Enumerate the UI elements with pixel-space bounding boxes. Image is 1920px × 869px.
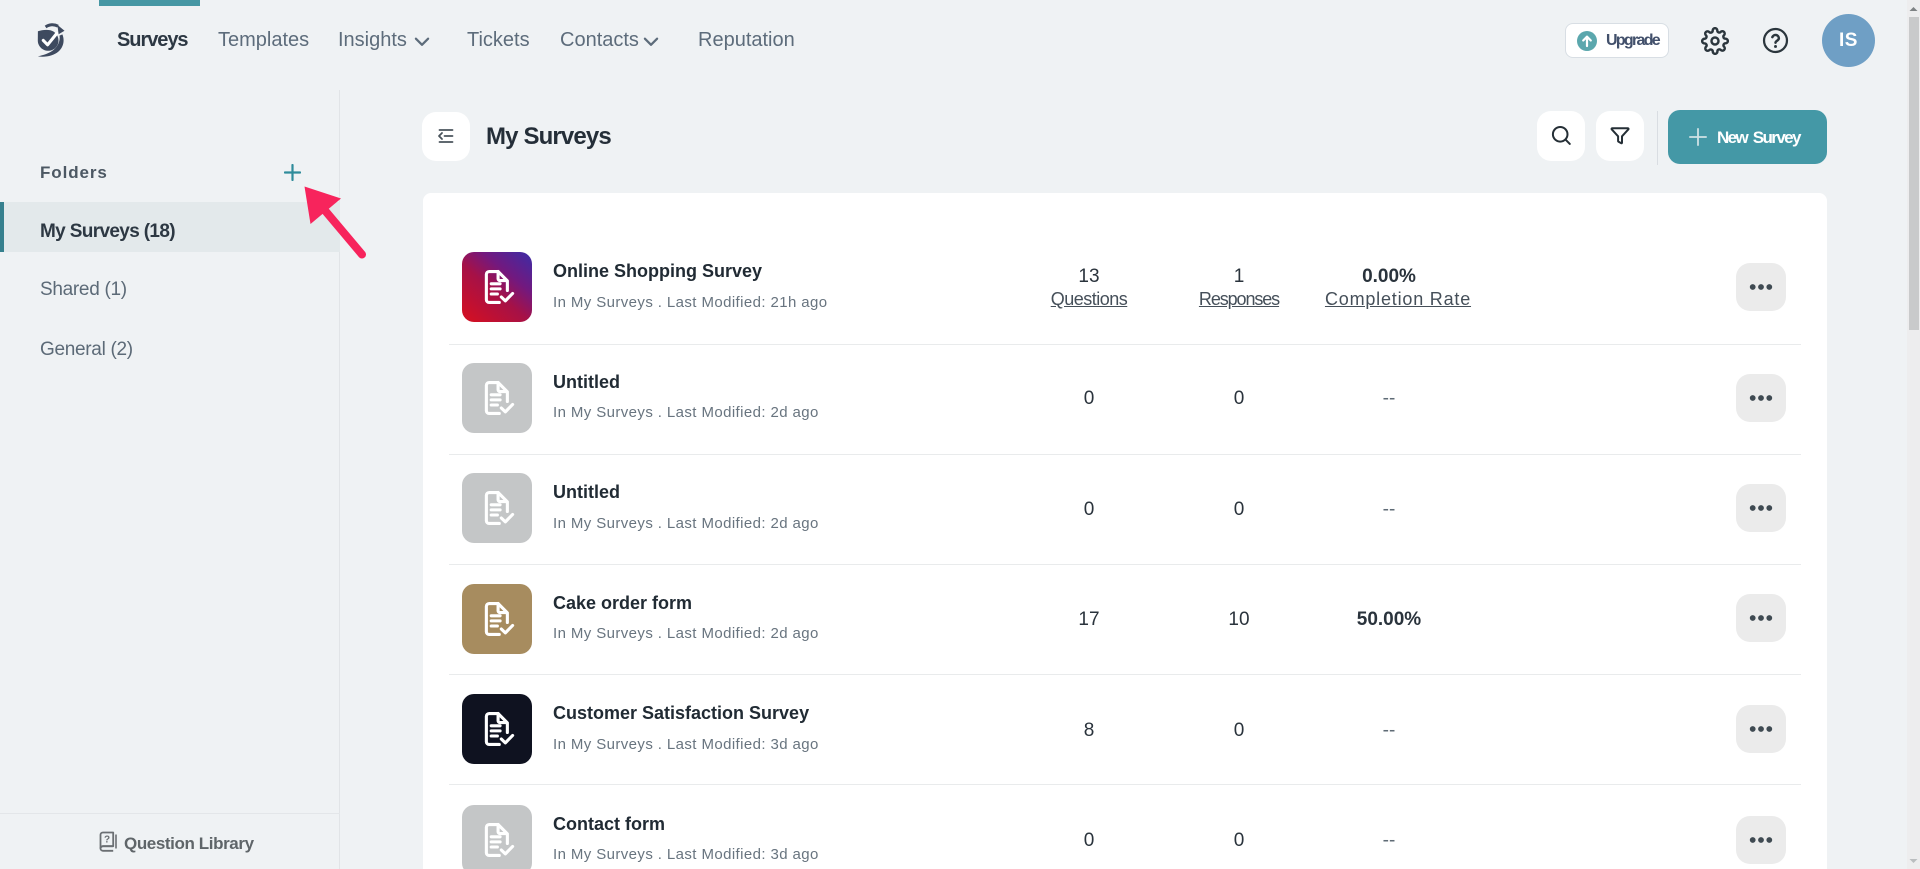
svg-text:?: ? — [104, 835, 110, 846]
